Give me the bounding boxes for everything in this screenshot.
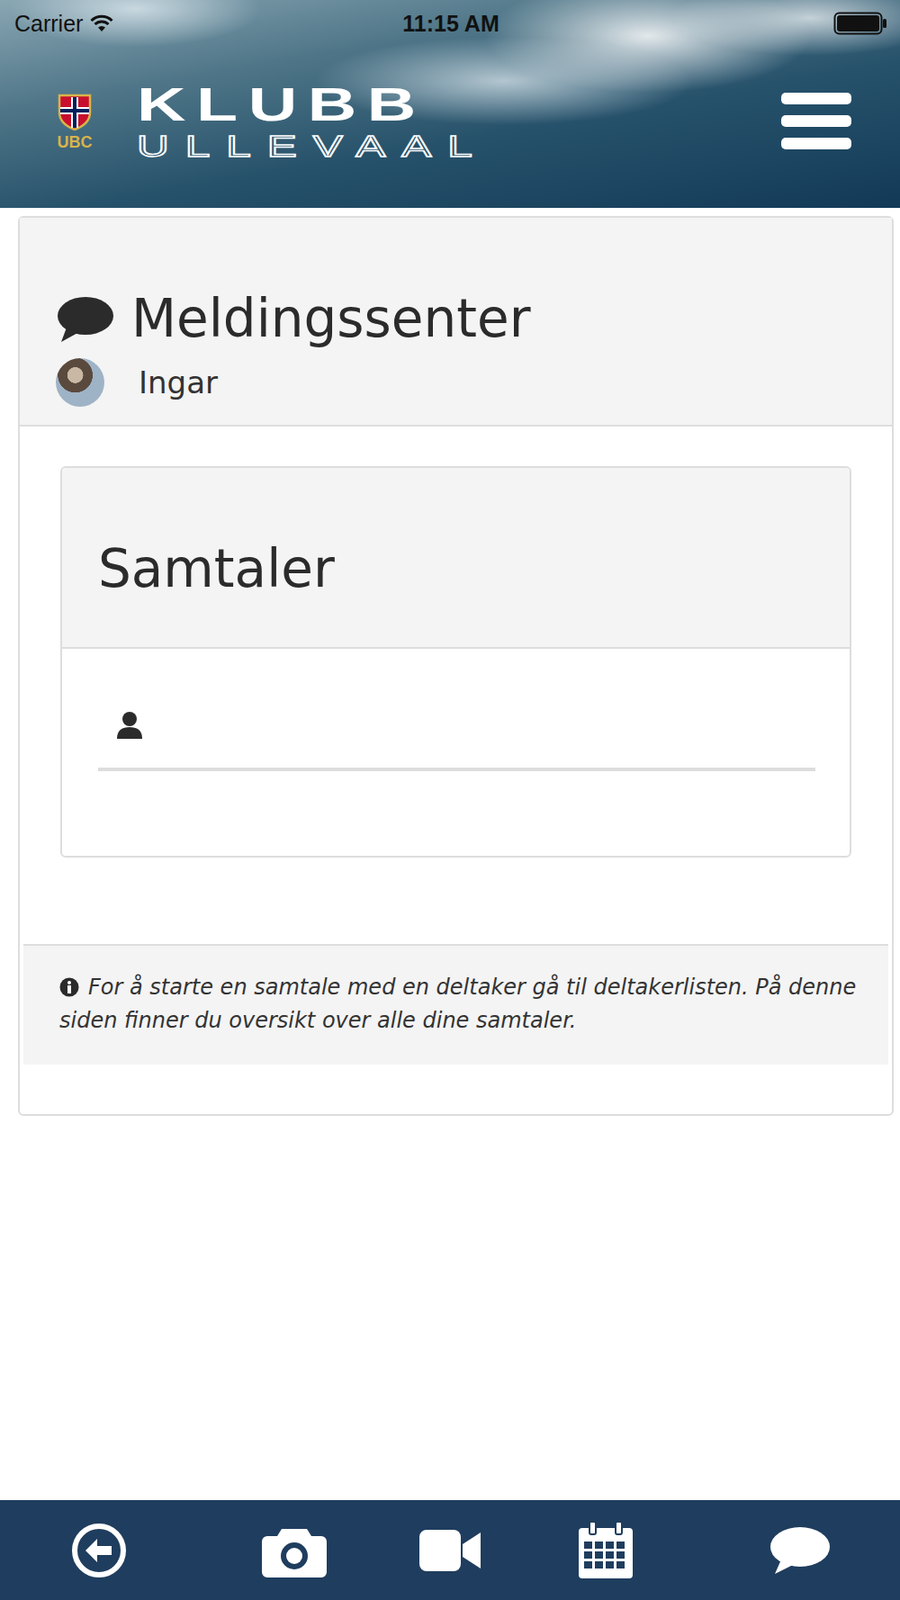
back-button[interactable] [0,1522,198,1579]
brand-top: KLUBB [136,81,427,128]
wifi-icon [90,14,114,33]
app-header: Carrier 11:15 AM UBC KLUBB ULLEVAAL [0,0,900,208]
shield-icon [56,92,93,131]
user-name: Ingar [138,364,218,401]
videos-button[interactable] [390,1530,510,1572]
back-arrow-icon [71,1522,127,1579]
video-camera-icon [419,1530,481,1572]
club-logo[interactable]: UBC [54,92,96,151]
battery-icon [833,11,888,36]
page-title: Meldingssenter [131,288,531,351]
menu-icon[interactable] [781,92,852,150]
bottom-nav [0,1500,900,1600]
chat-bubble-icon [769,1525,831,1576]
photos-button[interactable] [198,1523,391,1578]
info-icon [59,977,80,998]
logo-badge: UBC [57,134,93,151]
conversations-title: Samtaler [98,538,814,602]
info-note: For å starte en samtale med en deltaker … [23,944,889,1065]
brand-bottom: ULLEVAAL [136,131,489,162]
carrier-label: Carrier [14,10,83,37]
person-icon [116,711,144,740]
calendar-icon [577,1521,634,1580]
conversations-panel: Samtaler [60,466,852,859]
user-avatar [55,358,105,407]
camera-icon [261,1523,327,1578]
clock: 11:15 AM [402,10,499,37]
messages-button[interactable] [702,1525,899,1576]
calendar-button[interactable] [509,1521,702,1580]
status-bar: Carrier 11:15 AM [0,0,900,47]
chat-bubble-icon [55,295,116,344]
message-center-card: Meldingssenter Ingar Samtaler For å star… [18,216,894,1116]
brand-wordmark: KLUBB ULLEVAAL [136,81,782,162]
info-text: For å starte en samtale med en deltaker … [59,974,856,1034]
conversation-row[interactable] [98,688,816,772]
